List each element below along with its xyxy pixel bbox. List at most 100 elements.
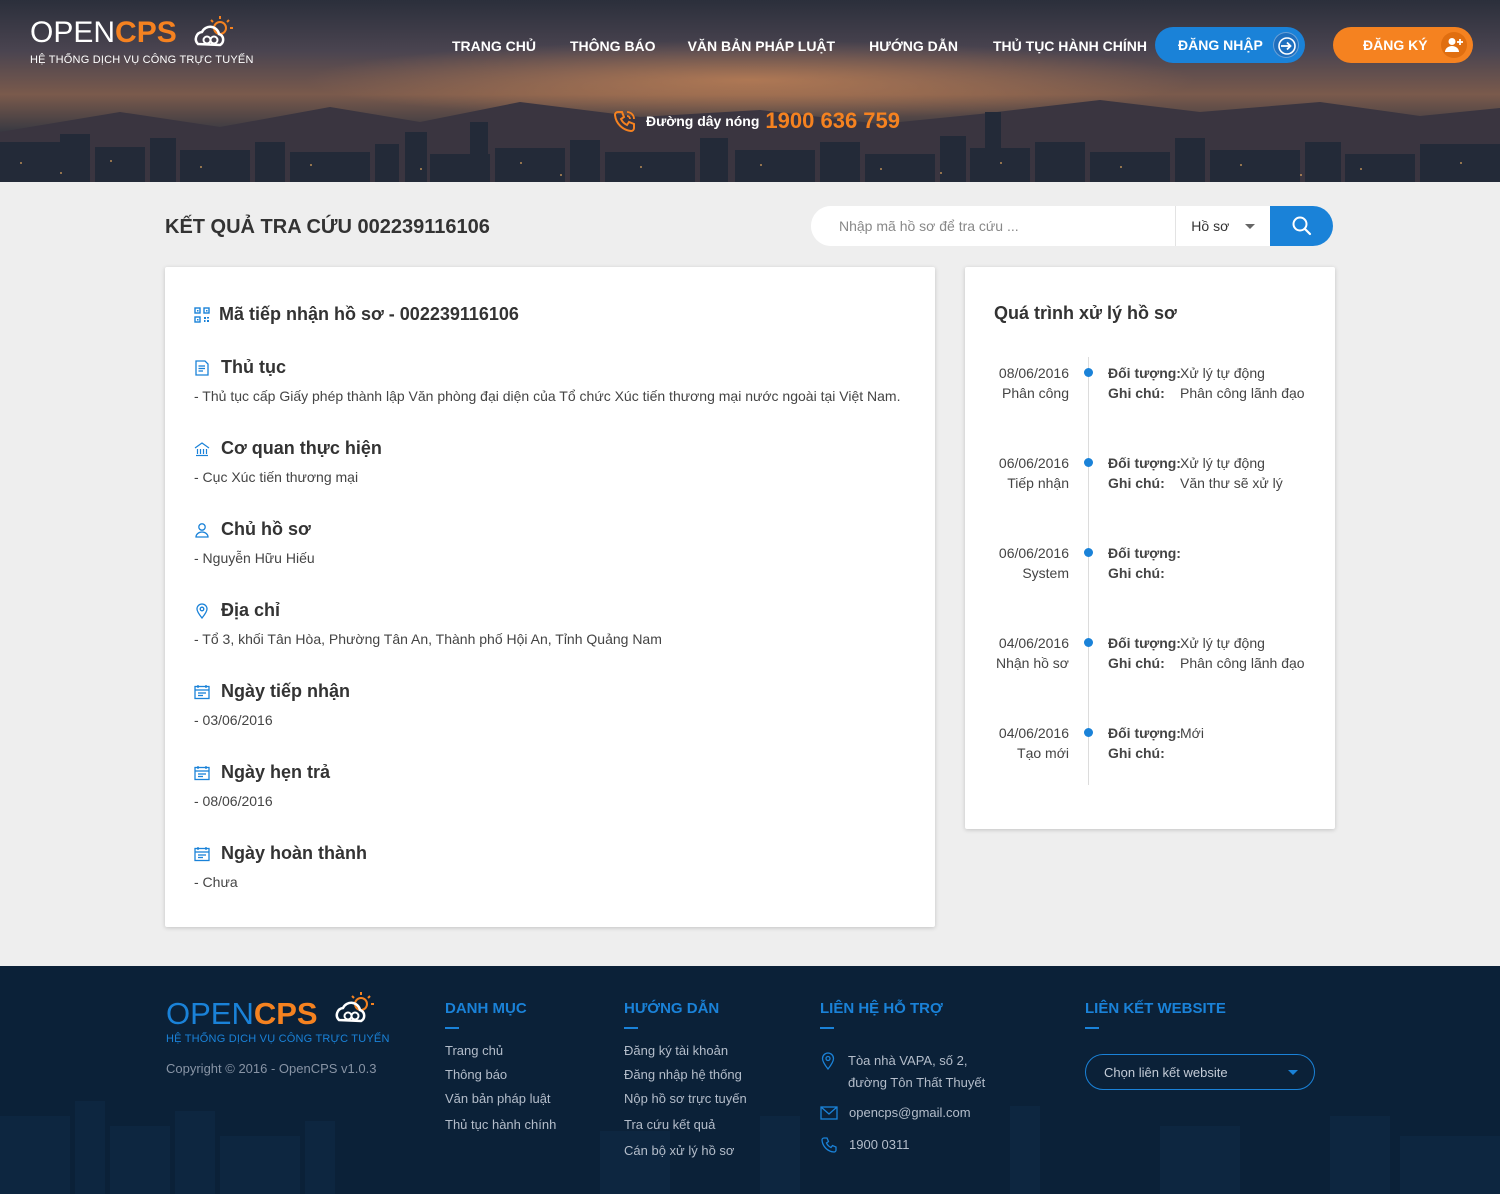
timeline-date: 04/06/2016 bbox=[998, 635, 1069, 651]
section-title: Mã tiếp nhận hồ sơ - 002239116106 bbox=[219, 304, 519, 324]
website-link-select[interactable]: Chọn liên kết website bbox=[1085, 1054, 1315, 1090]
contact-address-text: Tòa nhà VAPA, số 2, đường Tôn Thất Thuyế… bbox=[848, 1050, 985, 1094]
footer-link-dang-ky[interactable]: Đăng ký tài khoản bbox=[624, 1043, 747, 1058]
footer-link-dang-nhap[interactable]: Đăng nhập hệ thống bbox=[624, 1067, 747, 1082]
timeline-dot bbox=[1084, 638, 1093, 647]
nav-item-huong-dan[interactable]: HƯỚNG DẪN bbox=[869, 38, 958, 54]
heading-underline bbox=[445, 1027, 459, 1029]
qr-code-icon bbox=[194, 306, 210, 323]
contact-address: Tòa nhà VAPA, số 2, đường Tôn Thất Thuyế… bbox=[820, 1050, 985, 1094]
logo[interactable]: OPENCPS HỆ THỐNG DỊCH VỤ CÔNG TRỰC TUYẾN bbox=[30, 16, 254, 66]
document-icon bbox=[195, 359, 209, 376]
section-ngay-hen-tra: Ngày hẹn trả - 08/06/2016 bbox=[194, 762, 330, 809]
section-thu-tuc: Thủ tục - Thủ tục cấp Giấy phép thành lậ… bbox=[194, 357, 900, 404]
user-icon bbox=[195, 522, 209, 538]
timeline-note-label: Ghi chú: bbox=[1108, 565, 1165, 581]
main-nav: TRANG CHỦ THÔNG BÁO VĂN BẢN PHÁP LUẬT HƯ… bbox=[452, 38, 1181, 54]
footer-heading: HƯỚNG DẪN bbox=[624, 1000, 720, 1017]
footer-link-van-ban-phap-luat[interactable]: Văn bản pháp luật bbox=[445, 1091, 556, 1106]
footer-links: Đăng ký tài khoản Đăng nhập hệ thống Nộp… bbox=[624, 1043, 747, 1158]
search-type-value: Hồ sơ bbox=[1191, 218, 1230, 234]
timeline-object-value: Xử lý tự động bbox=[1180, 455, 1265, 471]
timeline-dot bbox=[1084, 548, 1093, 557]
timeline-item: 04/06/2016 Tạo mới Đối tượng: Mới Ghi ch… bbox=[965, 725, 1335, 775]
section-title: Ngày tiếp nhận bbox=[221, 681, 351, 701]
timeline-object-label: Đối tượng: bbox=[1108, 635, 1181, 651]
heading-underline bbox=[820, 1027, 834, 1029]
timeline-note-value: Văn thư sẽ xử lý bbox=[1180, 475, 1283, 491]
footer-links: Trang chủ Thông báo Văn bản pháp luật Th… bbox=[445, 1043, 556, 1132]
footer-heading: DANH MỤC bbox=[445, 1000, 527, 1017]
section-value: - Cục Xúc tiến thương mại bbox=[194, 469, 359, 485]
footer-link-thong-bao[interactable]: Thông báo bbox=[445, 1067, 556, 1082]
section-dia-chi: Địa chỉ - Tổ 3, khối Tân Hòa, Phường Tân… bbox=[194, 600, 662, 647]
timeline-object-value: Xử lý tự động bbox=[1180, 635, 1265, 651]
footer-logo-tagline: HỆ THỐNG DỊCH VỤ CÔNG TRỰC TUYẾN bbox=[166, 1033, 390, 1045]
timeline-step: Tiếp nhận bbox=[1007, 475, 1069, 491]
timeline-note-label: Ghi chú: bbox=[1108, 475, 1165, 491]
footer-link-thu-tuc-hanh-chinh[interactable]: Thủ tục hành chính bbox=[445, 1117, 556, 1132]
search-input[interactable] bbox=[811, 206, 1176, 246]
search-type-select[interactable]: Hồ sơ bbox=[1175, 206, 1270, 246]
contact-phone: 1900 0311 bbox=[820, 1134, 910, 1156]
footer-link-can-bo[interactable]: Cán bộ xử lý hồ sơ bbox=[624, 1143, 747, 1158]
timeline-note-value: Phân công lãnh đạo bbox=[1180, 385, 1305, 401]
location-icon bbox=[821, 1052, 835, 1070]
section-header: Thủ tục bbox=[194, 357, 900, 378]
timeline-step: Tạo mới bbox=[1017, 745, 1069, 761]
calendar-icon bbox=[194, 765, 210, 780]
login-button[interactable]: ĐĂNG NHẬP bbox=[1155, 27, 1305, 63]
timeline-note-label: Ghi chú: bbox=[1108, 745, 1165, 761]
logo-cps: CPS bbox=[115, 16, 177, 49]
timeline-step: Phân công bbox=[1002, 385, 1069, 401]
section-value: - 08/06/2016 bbox=[194, 793, 273, 809]
timeline-item: 06/06/2016 Tiếp nhận Đối tượng: Xử lý tự… bbox=[965, 455, 1335, 505]
timeline-date: 08/06/2016 bbox=[998, 365, 1069, 381]
section-value: - Nguyễn Hữu Hiếu bbox=[194, 550, 315, 566]
section-header: Chủ hồ sơ bbox=[194, 519, 315, 540]
process-timeline-card: Quá trình xử lý hồ sơ 08/06/2016 Phân cô… bbox=[965, 267, 1335, 829]
footer-heading: LIÊN KẾT WEBSITE bbox=[1085, 1000, 1226, 1017]
footer-link-tra-cuu[interactable]: Tra cứu kết quả bbox=[624, 1117, 747, 1132]
timeline-object-label: Đối tượng: bbox=[1108, 365, 1181, 381]
timeline-step: Nhận hồ sơ bbox=[995, 655, 1069, 671]
footer-logo[interactable]: OPENCPS HỆ THỐNG DỊCH VỤ CÔNG TRỰC TUYẾN bbox=[166, 992, 390, 1045]
section-header: Cơ quan thực hiện bbox=[194, 438, 382, 459]
search-button[interactable] bbox=[1270, 206, 1333, 246]
phone-ring-icon bbox=[613, 111, 635, 133]
section-ma-tiep-nhan: Mã tiếp nhận hồ sơ - 002239116106 bbox=[194, 304, 519, 325]
search-icon bbox=[1292, 216, 1311, 236]
section-ngay-tiep-nhan: Ngày tiếp nhận - 03/06/2016 bbox=[194, 681, 350, 728]
timeline-item: 08/06/2016 Phân công Đối tượng: Xử lý tự… bbox=[965, 365, 1335, 415]
footer-col-huong-dan: HƯỚNG DẪN Đăng ký tài khoản Đăng nhập hệ… bbox=[624, 1000, 747, 1158]
nav-item-thong-bao[interactable]: THÔNG BÁO bbox=[570, 38, 656, 54]
section-co-quan: Cơ quan thực hiện - Cục Xúc tiến thương … bbox=[194, 438, 382, 485]
section-chu-ho-so: Chủ hồ sơ - Nguyễn Hữu Hiếu bbox=[194, 519, 315, 566]
login-button-label: ĐĂNG NHẬP bbox=[1178, 37, 1263, 53]
timeline-object-label: Đối tượng: bbox=[1108, 455, 1181, 471]
copyright: Copyright © 2016 - OpenCPS v1.0.3 bbox=[166, 1061, 377, 1076]
contact-email-text[interactable]: opencps@gmail.com bbox=[849, 1102, 971, 1124]
timeline-object-value: Mới bbox=[1180, 725, 1204, 741]
footer-col-danh-muc: DANH MỤC Trang chủ Thông báo Văn bản phá… bbox=[445, 1000, 556, 1132]
timeline-note-label: Ghi chú: bbox=[1108, 385, 1165, 401]
hotline-number[interactable]: 1900 636 759 bbox=[765, 108, 900, 134]
nav-item-trang-chu[interactable]: TRANG CHỦ bbox=[452, 38, 536, 54]
section-value: - 03/06/2016 bbox=[194, 712, 273, 728]
calendar-icon bbox=[194, 684, 210, 699]
section-title: Cơ quan thực hiện bbox=[221, 438, 382, 458]
logo-tagline: HỆ THỐNG DỊCH VỤ CÔNG TRỰC TUYẾN bbox=[30, 54, 254, 66]
nav-item-van-ban-phap-luat[interactable]: VĂN BẢN PHÁP LUẬT bbox=[688, 38, 836, 54]
timeline-dot bbox=[1084, 368, 1093, 377]
register-button[interactable]: ĐĂNG KÝ bbox=[1333, 27, 1473, 63]
section-title: Địa chỉ bbox=[221, 600, 281, 620]
timeline-item: 04/06/2016 Nhận hồ sơ Đối tượng: Xử lý t… bbox=[965, 635, 1335, 685]
footer-link-nop-ho-so[interactable]: Nộp hồ sơ trực tuyến bbox=[624, 1091, 747, 1106]
hotline-label: Đường dây nóng bbox=[646, 113, 760, 129]
calendar-icon bbox=[194, 846, 210, 861]
footer-heading: LIÊN HỆ HỖ TRỢ bbox=[820, 1000, 943, 1017]
footer-link-trang-chu[interactable]: Trang chủ bbox=[445, 1043, 556, 1058]
contact-phone-text[interactable]: 1900 0311 bbox=[849, 1134, 910, 1156]
nav-item-thu-tuc-hanh-chinh[interactable]: THỦ TỤC HÀNH CHÍNH bbox=[993, 38, 1147, 54]
timeline-object-value: Xử lý tự động bbox=[1180, 365, 1265, 381]
